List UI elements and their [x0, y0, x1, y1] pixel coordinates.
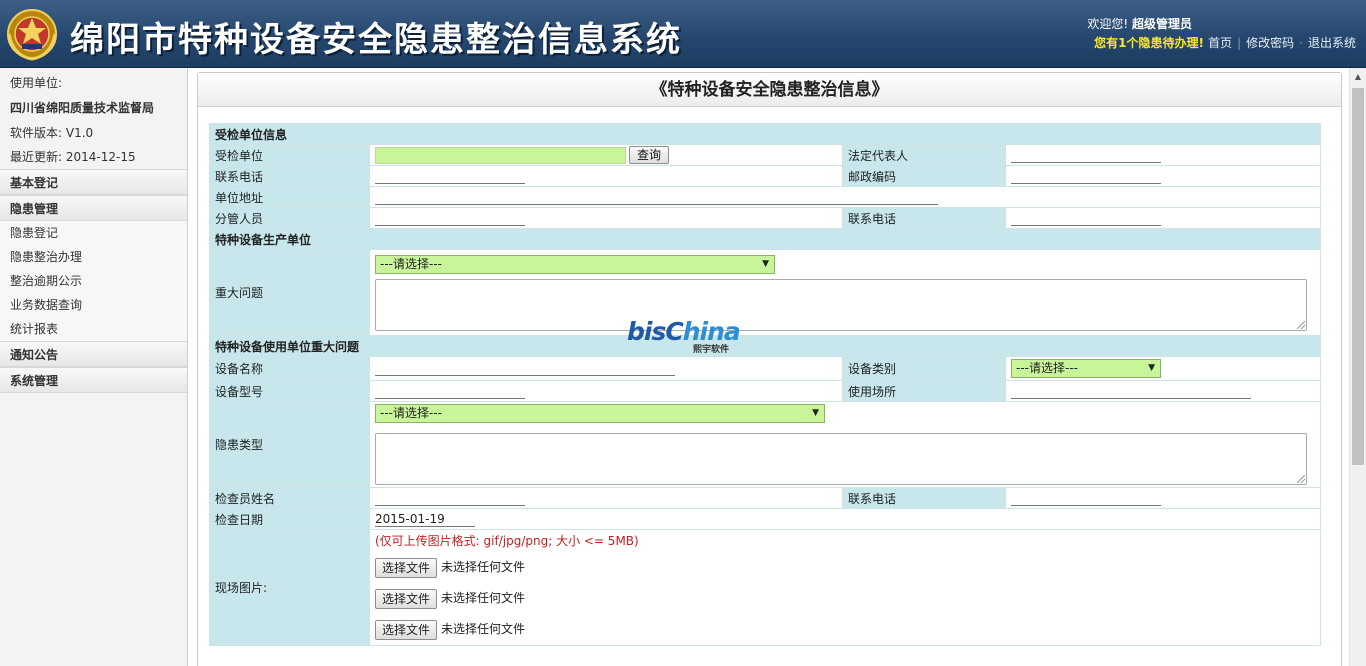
choose-file-button[interactable]: 选择文件 — [375, 557, 438, 578]
label-inspect-date: 检查日期 — [209, 508, 370, 530]
hazard-form: 受检单位信息 受检单位 查询 法定代表人 联系电话 邮政编码 单位地址 分管人员… — [209, 123, 1321, 646]
label-inspector-name: 检查员姓名 — [209, 487, 370, 509]
scroll-thumb[interactable] — [1352, 88, 1364, 465]
phone-input[interactable] — [375, 169, 525, 184]
section-production-unit: 特种设备生产单位 — [209, 228, 1321, 250]
device-model-input[interactable] — [375, 384, 525, 399]
label-hazard-type: 隐患类型 — [209, 401, 370, 488]
change-password-link[interactable]: 修改密码 — [1246, 36, 1294, 50]
nav-overdue-notice[interactable]: 整治逾期公示 — [0, 269, 187, 293]
unit-name: 四川省绵阳质量技术监督局 — [10, 101, 155, 115]
nav-statistics[interactable]: 统计报表 — [0, 317, 187, 341]
label-device-category: 设备类别 — [842, 356, 1006, 381]
label-photos: 现场图片: — [209, 529, 370, 646]
label-staff: 分管人员 — [209, 207, 370, 229]
upload-hint: (仅可上传图片格式: gif/jpg/png; 大小 <= 5MB) — [375, 534, 639, 548]
hazard-type-select-value: ---请选择--- — [380, 406, 442, 420]
content-panel: 《特种设备安全隐患整治信息》 受检单位信息 受检单位 查询 法定代表人 联系电话… — [197, 72, 1342, 666]
label-inspected-unit: 受检单位 — [209, 144, 370, 166]
label-postcode: 邮政编码 — [842, 165, 1006, 187]
file-row: 选择文件 未选择任何文件 — [375, 583, 1320, 614]
phone2-input[interactable] — [1011, 211, 1161, 226]
last-updated: 最近更新: 2014-12-15 — [10, 150, 136, 164]
inspect-date-input[interactable]: 2015-01-19 — [375, 512, 475, 527]
device-name-input[interactable] — [375, 361, 675, 376]
label-major-issue: 重大问题 — [209, 249, 370, 336]
software-version: 软件版本: V1.0 — [10, 126, 94, 140]
nav-hazard-management[interactable]: 隐患管理 — [0, 195, 187, 221]
current-user: 超级管理员 — [1131, 17, 1192, 31]
section-inspected-unit: 受检单位信息 — [209, 123, 1321, 145]
system-title: 绵阳市特种设备安全隐患整治信息系统 — [70, 20, 682, 60]
scroll-up-icon[interactable]: ▲ — [1350, 68, 1366, 85]
todo-alert[interactable]: 您有1个隐患待办理! — [1094, 34, 1204, 51]
resize-grip-icon[interactable] — [1297, 320, 1305, 329]
form-title: 《特种设备安全隐患整治信息》 — [198, 73, 1341, 107]
label-device-name: 设备名称 — [209, 356, 370, 381]
nav-hazard-register[interactable]: 隐患登记 — [0, 221, 187, 245]
unit-label: 使用单位: — [10, 76, 63, 90]
postcode-input[interactable] — [1011, 169, 1161, 184]
phone3-input[interactable] — [1011, 491, 1161, 506]
label-legal-rep: 法定代表人 — [842, 144, 1006, 166]
major-issue-select-value: ---请选择--- — [380, 256, 442, 271]
query-button[interactable]: 查询 — [629, 146, 670, 164]
hazard-type-select[interactable]: ---请选择--- ▼ — [375, 404, 825, 423]
label-phone: 联系电话 — [209, 165, 370, 187]
bischina-watermark-logo: bisChina 熙宇软件 — [627, 317, 741, 355]
dropdown-arrow-icon: ▼ — [1148, 363, 1155, 373]
major-issue-textarea[interactable] — [375, 278, 1307, 331]
app-header: 绵阳市特种设备安全隐患整治信息系统 欢迎您! 超级管理员 您有1个隐患待办理! … — [0, 0, 1366, 68]
staff-input[interactable] — [375, 211, 525, 226]
label-phone3: 联系电话 — [842, 487, 1006, 509]
nav-basic-registration[interactable]: 基本登记 — [0, 169, 187, 195]
inspected-unit-input[interactable] — [375, 146, 626, 164]
welcome-prefix: 欢迎您! — [1087, 17, 1129, 31]
file-row: 选择文件 未选择任何文件 — [375, 614, 1320, 645]
major-issue-select[interactable]: ---请选择--- ▼ — [375, 254, 775, 274]
device-category-select-value: ---请选择--- — [1016, 361, 1078, 375]
hazard-type-textarea[interactable] — [375, 433, 1307, 485]
sidebar: 使用单位: 四川省绵阳质量技术监督局 软件版本: V1.0 最近更新: 2014… — [0, 68, 188, 666]
nav-data-query[interactable]: 业务数据查询 — [0, 293, 187, 317]
use-place-input[interactable] — [1011, 384, 1251, 399]
dropdown-arrow-icon: ▼ — [812, 408, 819, 418]
unit-info: 使用单位: 四川省绵阳质量技术监督局 软件版本: V1.0 最近更新: 2014… — [0, 68, 187, 169]
section-usage-unit-issues: 特种设备使用单位重大问题 — [209, 335, 1321, 357]
nav-hazard-handling[interactable]: 隐患整治办理 — [0, 245, 187, 269]
welcome-text: 欢迎您! 超级管理员 — [1087, 15, 1192, 32]
no-file-text: 未选择任何文件 — [441, 622, 526, 636]
vertical-scrollbar[interactable]: ▲ — [1349, 68, 1366, 666]
no-file-text: 未选择任何文件 — [441, 560, 526, 574]
home-link[interactable]: 首页 — [1208, 36, 1232, 50]
nav-system-management[interactable]: 系统管理 — [0, 367, 187, 393]
choose-file-button[interactable]: 选择文件 — [375, 619, 438, 640]
device-category-select[interactable]: ---请选择--- ▼ — [1011, 359, 1161, 378]
link-separator: · — [1299, 36, 1303, 50]
watermark-subtitle: 熙宇软件 — [693, 345, 730, 355]
top-links: 首页 | 修改密码 · 退出系统 — [1208, 34, 1356, 51]
link-separator: | — [1237, 36, 1242, 50]
inspector-name-input[interactable] — [375, 491, 525, 506]
file-row: 选择文件 未选择任何文件 — [375, 552, 1320, 583]
emblem-icon — [7, 9, 57, 61]
logout-link[interactable]: 退出系统 — [1308, 36, 1356, 50]
dropdown-arrow-icon: ▼ — [762, 258, 769, 269]
no-file-text: 未选择任何文件 — [441, 591, 526, 605]
label-address: 单位地址 — [209, 186, 370, 208]
label-use-place: 使用场所 — [842, 380, 1006, 402]
label-device-model: 设备型号 — [209, 380, 370, 402]
address-input[interactable] — [375, 190, 938, 205]
label-phone2: 联系电话 — [842, 207, 1006, 229]
legal-rep-input[interactable] — [1011, 148, 1161, 163]
choose-file-button[interactable]: 选择文件 — [375, 588, 438, 609]
nav-notices[interactable]: 通知公告 — [0, 341, 187, 367]
resize-grip-icon[interactable] — [1297, 475, 1305, 483]
